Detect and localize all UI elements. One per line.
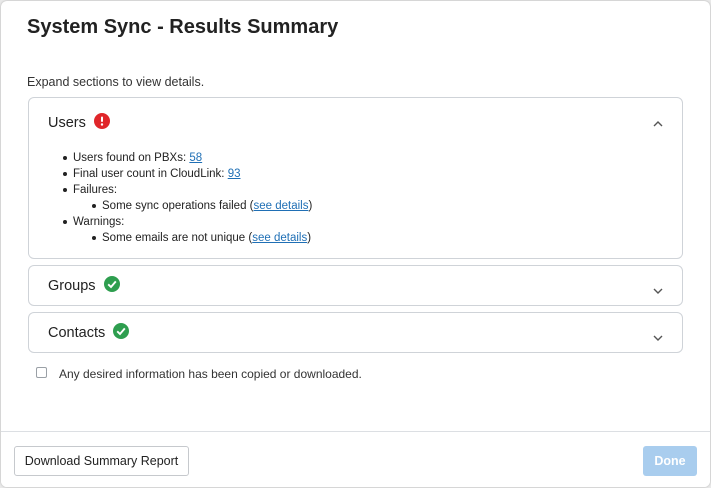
users-found-link[interactable]: 58 (189, 152, 202, 164)
dialog-instructions: Expand sections to view details. (27, 75, 205, 89)
confirmation-label[interactable]: Any desired information has been copied … (59, 367, 362, 381)
final-count-label: Final user count in CloudLink: (73, 168, 228, 180)
download-summary-report-button[interactable]: Download Summary Report (14, 446, 189, 476)
chevron-up-icon[interactable] (653, 116, 663, 127)
failures-label: Failures: (73, 184, 118, 196)
confirmation-checkbox[interactable] (36, 367, 47, 378)
failure-text: Some sync operations failed ( (102, 200, 254, 212)
groups-section-title: Groups (48, 278, 96, 294)
sync-results-dialog: System Sync - Results Summary Expand sec… (1, 1, 710, 487)
list-item: Final user count in CloudLink: 93 (62, 166, 312, 182)
warnings-label: Warnings: (73, 216, 125, 228)
warning-paren: ) (307, 232, 312, 244)
groups-section-header[interactable]: Groups (29, 266, 682, 306)
users-details: Users found on PBXs: 58 Final user count… (62, 150, 313, 246)
list-item: Users found on PBXs: 58 (62, 150, 312, 166)
groups-section[interactable]: Groups (28, 265, 683, 306)
users-section: Users Users found on PBXs: 58 Final user… (28, 97, 683, 259)
final-count-link[interactable]: 93 (228, 168, 241, 180)
contacts-section[interactable]: Contacts (28, 312, 683, 353)
failure-paren: ) (308, 200, 313, 212)
dialog-title: System Sync - Results Summary (27, 16, 339, 38)
check-circle-icon (104, 276, 120, 292)
list-item: Some emails are not unique (see details) (91, 230, 312, 246)
done-button[interactable]: Done (643, 446, 697, 476)
check-circle-icon (113, 323, 129, 339)
dialog-footer: Download Summary Report Done (1, 431, 710, 487)
users-section-header[interactable]: Users (29, 98, 682, 138)
users-found-label: Users found on PBXs: (73, 152, 190, 164)
contacts-section-header[interactable]: Contacts (29, 313, 682, 353)
chevron-down-icon[interactable] (653, 330, 663, 341)
warning-see-details-link[interactable]: see details (252, 232, 307, 244)
warning-text: Some emails are not unique ( (102, 232, 253, 244)
contacts-section-title: Contacts (48, 325, 106, 341)
list-item: Warnings: Some emails are not unique (se… (62, 214, 312, 246)
exclamation-circle-icon (94, 113, 110, 129)
chevron-down-icon[interactable] (653, 283, 663, 294)
list-item: Some sync operations failed (see details… (91, 198, 313, 214)
list-item: Failures: Some sync operations failed (s… (62, 182, 313, 214)
users-section-title: Users (48, 115, 86, 131)
failure-see-details-link[interactable]: see details (254, 200, 309, 212)
